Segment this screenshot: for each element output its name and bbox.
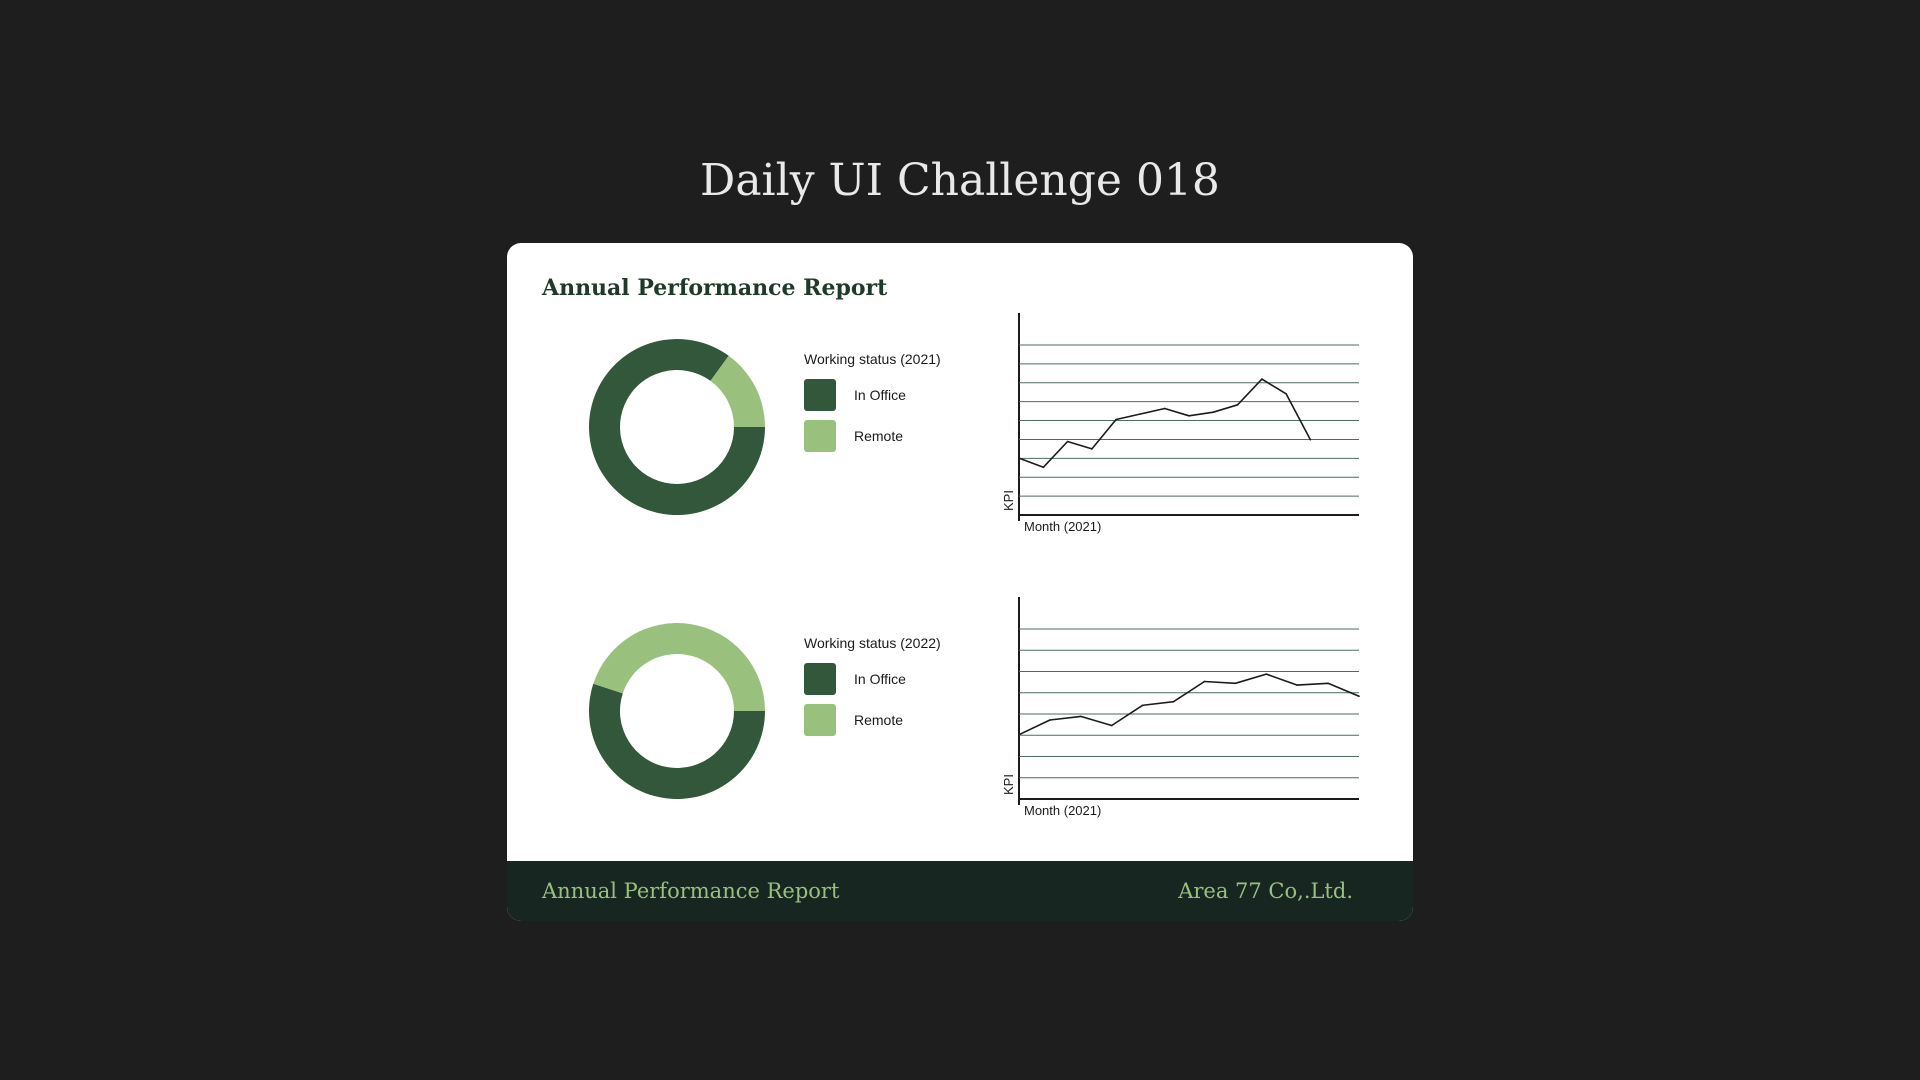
kpi-data-point — [1236, 404, 1239, 406]
x-axis-label: Month (2021) — [1024, 803, 1101, 818]
legend-item-remote: Remote — [804, 704, 941, 736]
in-office-swatch — [804, 379, 836, 411]
kpi-data-point — [1188, 415, 1190, 417]
page-title: Daily UI Challenge 018 — [700, 155, 1220, 206]
in-office-swatch — [804, 663, 836, 695]
donut-chart-2022 — [589, 623, 765, 799]
legend-label: In Office — [854, 387, 906, 403]
kpi-data-point — [1018, 733, 1020, 736]
kpi-data-point — [1234, 682, 1237, 685]
kpi-data-point — [1285, 393, 1287, 395]
legend-item-in-office: In Office — [804, 663, 941, 695]
report-card: Annual Performance Report Working status… — [507, 243, 1413, 921]
kpi-data-point — [1327, 682, 1329, 685]
donut-chart-2021 — [589, 339, 765, 515]
legend-label: In Office — [854, 671, 906, 687]
kpi-data-point — [1296, 684, 1298, 686]
legend-label: Remote — [854, 428, 904, 444]
kpi-line-chart-2: KPI Month (2021) — [1001, 597, 1360, 818]
kpi-data-point — [1141, 704, 1144, 707]
kpi-data-point — [1163, 407, 1166, 410]
kpi-series-line — [1018, 378, 1312, 469]
legend-title: Working status (2021) — [804, 351, 941, 367]
x-axis-label: Month (2021) — [1024, 519, 1101, 534]
kpi-data-point — [1080, 715, 1082, 718]
remote-swatch — [804, 420, 836, 452]
kpi-data-point — [1265, 673, 1268, 675]
kpi-line-chart-1: KPI Month (2021) — [1001, 313, 1359, 534]
kpi-data-point — [1358, 695, 1360, 697]
kpi-data-point — [1091, 448, 1093, 450]
kpi-data-point — [1042, 466, 1045, 469]
legend-item-in-office: In Office — [804, 379, 941, 411]
kpi-data-point — [1172, 700, 1175, 703]
kpi-data-point — [1115, 418, 1117, 421]
legend-item-remote: Remote — [804, 420, 941, 452]
kpi-data-point — [1203, 680, 1206, 683]
legend-label: Remote — [854, 712, 904, 728]
legend-2022: Working status (2022) In Office Remote — [804, 635, 941, 745]
kpi-data-point — [1212, 411, 1215, 413]
kpi-series-line — [1018, 673, 1360, 736]
kpi-data-point — [1261, 378, 1263, 380]
kpi-data-point — [1018, 457, 1020, 459]
kpi-data-point — [1110, 724, 1113, 727]
kpi-data-point — [1309, 438, 1312, 441]
remote-swatch — [804, 704, 836, 736]
footer-company-name: Area 77 Co,.Ltd. — [1178, 879, 1353, 903]
card-title: Annual Performance Report — [542, 275, 888, 301]
report-row-2022: Working status (2022) In Office Remote K… — [507, 587, 1413, 837]
y-axis-label: KPI — [1001, 490, 1016, 511]
kpi-data-point — [1066, 440, 1069, 443]
footer-report-title: Annual Performance Report — [542, 879, 840, 903]
y-axis-label: KPI — [1001, 774, 1016, 795]
kpi-data-point — [1049, 719, 1051, 721]
report-row-2021: Working status (2021) In Office Remote K… — [507, 303, 1413, 553]
card-footer: Annual Performance Report Area 77 Co,.Lt… — [507, 861, 1413, 921]
kpi-data-point — [1139, 413, 1142, 415]
legend-title: Working status (2022) — [804, 635, 941, 651]
legend-2021: Working status (2021) In Office Remote — [804, 351, 941, 461]
